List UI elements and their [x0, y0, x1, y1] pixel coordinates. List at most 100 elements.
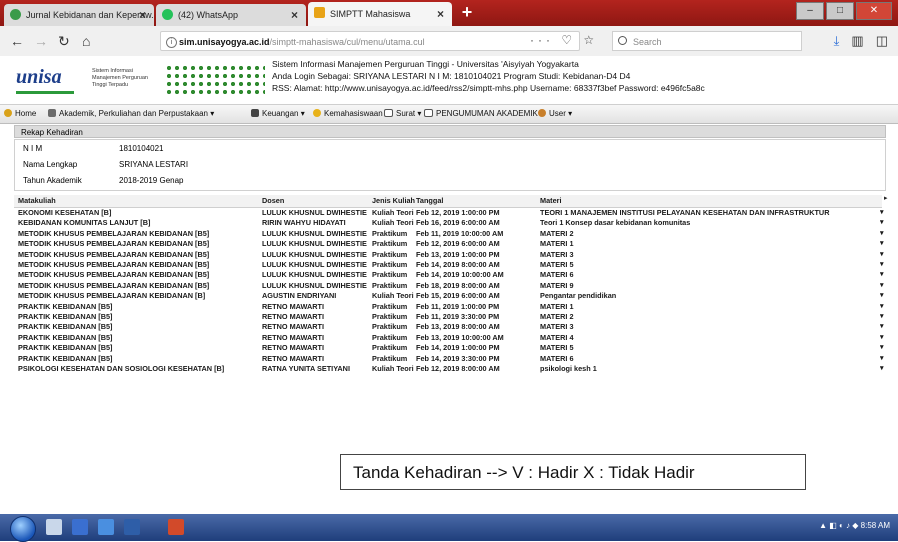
row-expand-icon[interactable]: ▾ [880, 291, 884, 301]
header-jenis-kuliah[interactable]: Jenis Kuliah [372, 195, 416, 207]
tab-title: (42) WhatsApp [178, 10, 239, 20]
menu-user[interactable]: User ▾ [538, 105, 572, 123]
close-icon[interactable]: × [437, 2, 444, 26]
word-icon[interactable] [98, 519, 114, 535]
firefox-icon[interactable] [168, 519, 184, 535]
cell-tanggal: Feb 16, 2019 6:00:00 AM [416, 218, 500, 228]
reload-icon[interactable]: ↻ [58, 33, 70, 49]
start-button[interactable] [10, 516, 36, 542]
table-row[interactable]: PRAKTIK KEBIDANAN [B5] RETNO MAWARTI Prakt… [14, 354, 884, 364]
app-icon[interactable] [124, 519, 140, 535]
close-icon[interactable]: × [291, 4, 298, 26]
header-info: Sistem Informasi Manajemen Perguruan Tin… [272, 58, 705, 94]
row-expand-icon[interactable]: ▾ [880, 343, 884, 353]
header-tanggal[interactable]: Tanggal [416, 195, 538, 207]
download-icon[interactable]: ⤓ [834, 33, 840, 49]
search-icon [618, 36, 627, 45]
header-system-title: Sistem Informasi Manajemen Perguruan Tin… [272, 59, 579, 69]
table-row[interactable]: METODIK KHUSUS PEMBELAJARAN KEBIDANAN [B… [14, 239, 884, 249]
back-icon[interactable]: ← [10, 33, 24, 49]
scroll-right-icon[interactable]: ▸ [884, 195, 890, 203]
row-expand-icon[interactable]: ▾ [880, 218, 884, 228]
table-row[interactable]: METODIK KHUSUS PEMBELAJARAN KEBIDANAN [B… [14, 270, 884, 280]
menu-home[interactable]: Home [4, 105, 36, 123]
table-row[interactable]: PRAKTIK KEBIDANAN [B5] RETNO MAWARTI Prakt… [14, 301, 884, 312]
search-input[interactable]: Search [612, 31, 802, 51]
tab-whatsapp[interactable]: (42) WhatsApp × [156, 4, 306, 26]
url-domain: sim.unisayogya.ac.id [179, 37, 270, 47]
menu-keuangan[interactable]: Keuangan ▾ [251, 105, 305, 123]
media-icon[interactable] [72, 519, 88, 535]
maximize-button[interactable]: □ [826, 2, 854, 20]
window-close-button[interactable]: ✕ [856, 2, 892, 20]
cell-dosen: LULUK KHUSNUL DWIHESTIE [262, 208, 367, 217]
menu-akademik[interactable]: Akademik, Perkuliahan dan Perpustakaan ▾ [48, 105, 214, 123]
table-row[interactable]: KEBIDANAN KOMUNITAS LANJUT [B] RIRIN WAHY… [14, 218, 884, 228]
tab-jurnal[interactable]: Jurnal Kebidanan dan Keperaw... × [4, 4, 154, 26]
row-expand-icon[interactable]: ▾ [880, 270, 884, 280]
cell-tanggal: Feb 14, 2019 10:00:00 AM [416, 270, 504, 280]
table-row[interactable]: METODIK KHUSUS PEMBELAJARAN KEBIDANAN [B… [14, 281, 884, 291]
row-expand-icon[interactable]: ▾ [880, 239, 884, 249]
row-expand-icon[interactable]: ▾ [880, 260, 884, 270]
header-matakuliah[interactable]: Matakuliah [18, 195, 258, 207]
row-expand-icon[interactable]: ▾ [880, 354, 884, 364]
search-placeholder: Search [633, 37, 662, 47]
whatsapp-icon [162, 9, 173, 20]
cell-dosen: RATNA YUNITA SETIYANI [262, 364, 350, 373]
system-tray: ▲ ◧ ◐ ♪ ◆ 8:58 AM [819, 521, 890, 530]
cell-jenis-kuliah: Praktikum [372, 322, 408, 332]
tray-icons[interactable]: ▲ ◧ ◐ ♪ ◆ [819, 521, 861, 530]
table-row[interactable]: PRAKTIK KEBIDANAN [B5] RETNO MAWARTI Prakt… [14, 343, 884, 353]
url-bar[interactable]: i sim.unisayogya.ac.id/simptt-mahasiswa/… [160, 31, 580, 51]
page-actions-icon[interactable]: ··· ♡ ☆ [530, 33, 598, 47]
table-row[interactable]: METODIK KHUSUS PEMBELAJARAN KEBIDANAN [B… [14, 229, 884, 239]
info-icon[interactable]: i [166, 37, 177, 48]
row-expand-icon[interactable]: ▾ [880, 250, 884, 260]
home-icon[interactable]: ⌂ [82, 33, 90, 49]
menu-surat[interactable]: Surat ▾ [384, 105, 421, 123]
menu-pengumuman[interactable]: PENGUMUMAN AKADEMIK [424, 105, 538, 123]
mail-icon [384, 109, 393, 117]
cell-matakuliah: PRAKTIK KEBIDANAN [B5] [18, 301, 113, 311]
cell-materi: MATERI 5 [540, 343, 574, 353]
explorer-icon[interactable] [46, 519, 62, 535]
cell-jenis-kuliah: Kuliah Teori [372, 291, 414, 301]
row-expand-icon[interactable]: ▾ [880, 333, 884, 343]
row-expand-icon[interactable]: ▾ [880, 312, 884, 322]
close-icon[interactable]: × [139, 4, 146, 26]
header-materi[interactable]: Materi [540, 195, 878, 207]
cell-materi: TEORI 1 MANAJEMEN INSTITUSI PELAYANAN KE… [540, 208, 830, 217]
nim-value: 1810104021 [119, 144, 164, 153]
table-row[interactable]: METODIK KHUSUS PEMBELAJARAN KEBIDANAN [B… [14, 260, 884, 270]
table-row[interactable]: METODIK KHUSUS PEMBELAJARAN KEBIDANAN [B… [14, 291, 884, 301]
row-expand-icon[interactable]: ▾ [880, 364, 884, 374]
new-tab-button[interactable]: + [455, 3, 479, 22]
table-row[interactable]: EKONOMI KESEHATAN [B] LULUK KHUSNUL DWIHE… [14, 208, 884, 218]
row-expand-icon[interactable]: ▾ [880, 302, 884, 312]
table-row[interactable]: PRAKTIK KEBIDANAN [B5] RETNO MAWARTI Prakt… [14, 322, 884, 332]
table-row[interactable]: METODIK KHUSUS PEMBELAJARAN KEBIDANAN [B… [14, 250, 884, 260]
row-expand-icon[interactable]: ▾ [880, 322, 884, 332]
table-scrollbar[interactable]: ▸ [884, 195, 890, 407]
forward-icon[interactable]: → [34, 33, 48, 49]
table-row[interactable]: PRAKTIK KEBIDANAN [B5] RETNO MAWARTI Prakt… [14, 333, 884, 343]
menu-label: PENGUMUMAN AKADEMIK [436, 109, 538, 118]
cell-materi: MATERI 5 [540, 260, 574, 269]
header-dots-decoration [165, 64, 265, 94]
cell-tanggal: Feb 13, 2019 8:00:00 AM [416, 322, 500, 332]
cell-tanggal: Feb 12, 2019 8:00:00 AM [416, 364, 500, 373]
row-expand-icon[interactable]: ▾ [880, 208, 884, 218]
menu-kemahasiswaan[interactable]: Kemahasiswaan ▾ [313, 105, 389, 123]
cell-tanggal: Feb 14, 2019 1:00:00 PM [416, 343, 500, 353]
cell-matakuliah: METODIK KHUSUS PEMBELAJARAN KEBIDANAN [B… [18, 260, 210, 269]
table-row[interactable]: PSIKOLOGI KESEHATAN DAN SOSIOLOGI KESEHA… [14, 364, 884, 374]
row-expand-icon[interactable]: ▾ [880, 229, 884, 239]
sidebar-icon[interactable]: ◫ [876, 33, 888, 49]
minimize-button[interactable]: – [796, 2, 824, 20]
header-dosen[interactable]: Dosen [262, 195, 374, 207]
tab-simptt[interactable]: SIMPTT Mahasiswa × [308, 2, 452, 26]
table-row[interactable]: PRAKTIK KEBIDANAN [B5] RETNO MAWARTI Prakt… [14, 312, 884, 322]
row-expand-icon[interactable]: ▾ [880, 281, 884, 291]
library-icon[interactable]: ▥ [851, 33, 863, 49]
